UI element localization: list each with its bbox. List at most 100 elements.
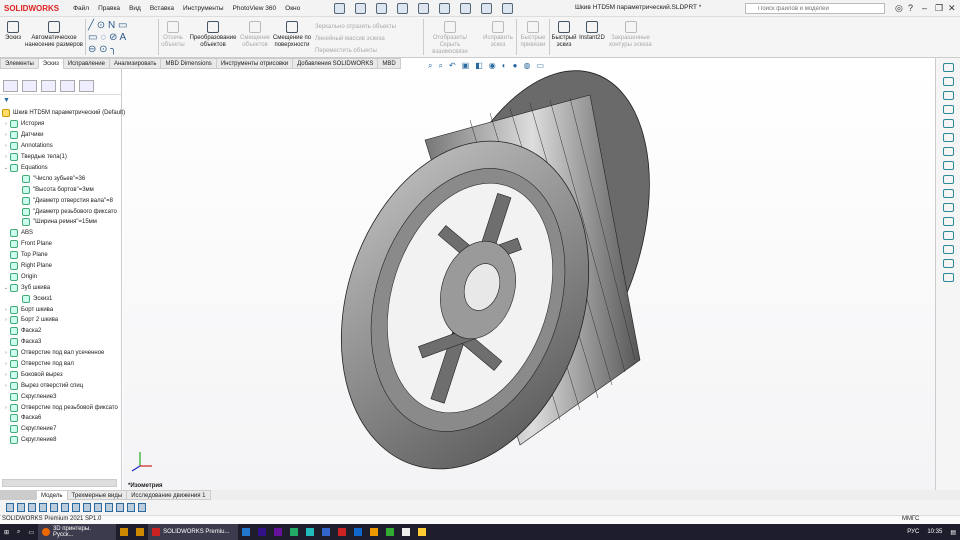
instant2d-button[interactable]: Instant2D	[578, 19, 606, 42]
text-tool-icon[interactable]	[942, 175, 954, 184]
trim-tool-icon[interactable]	[942, 203, 954, 212]
tree-item[interactable]: ⌄ Equations	[0, 163, 122, 174]
tree-item[interactable]: "Высота бортов"=3мм	[0, 184, 122, 195]
propertymanager-tab-icon[interactable]	[22, 80, 37, 92]
display-style-icon[interactable]: ◉	[489, 61, 496, 71]
arc-tool-icon[interactable]	[942, 119, 954, 128]
search-taskbar-icon[interactable]: ⌕	[13, 524, 24, 540]
display-mode-icon[interactable]	[116, 503, 124, 512]
tree-item[interactable]: › Вырез отверстий спиц	[0, 380, 122, 391]
restore-button[interactable]: ❐	[935, 3, 943, 14]
expand-toggle[interactable]: ›	[2, 154, 10, 160]
tree-item[interactable]: Front Plane	[0, 239, 122, 250]
undo-icon[interactable]	[439, 2, 451, 14]
sketch-tool-icon[interactable]	[942, 63, 954, 72]
expand-toggle[interactable]: ⌄	[2, 165, 10, 171]
offset-on-surface-button[interactable]: Смещение по поверхности	[272, 19, 312, 49]
horizontal-scrollbar[interactable]	[2, 479, 117, 487]
expand-toggle[interactable]: ›	[2, 383, 10, 389]
shaded-contours-button[interactable]: Закрашенные контуры эскиза	[608, 19, 653, 49]
dimxpert-tab-icon[interactable]	[60, 80, 75, 92]
print-icon[interactable]	[418, 2, 430, 14]
sketch-entities-tools[interactable]: ╱ ⊙ N ▭ ▭ ◌ ⊘ A ⊖ ⊙ ╮	[88, 20, 158, 56]
scene-icon[interactable]: ◍	[523, 61, 530, 71]
rebuild-icon[interactable]	[481, 2, 493, 14]
tab-sketch-ink[interactable]: Инструменты отрисовки	[215, 58, 294, 69]
tab-addins[interactable]: Добавления SOLIDWORKS	[292, 58, 379, 69]
configurationmanager-tab-icon[interactable]	[41, 80, 56, 92]
tree-item[interactable]: › Annotations	[0, 141, 122, 152]
quick-snaps-button[interactable]: Быстрые привязки	[518, 19, 548, 49]
tab-model[interactable]: Модель	[36, 490, 68, 500]
tab-motion-study[interactable]: Исследование движения 1	[126, 490, 211, 500]
task-view-icon[interactable]: ▭	[24, 524, 38, 540]
expand-toggle[interactable]: ›	[2, 350, 10, 356]
tree-item[interactable]: "Диаметр резьбового фиксато	[0, 206, 122, 217]
tree-item[interactable]: "Число зубьев"=36	[0, 173, 122, 184]
language-indicator[interactable]: РУС	[903, 524, 923, 540]
left-view-icon[interactable]	[39, 503, 47, 512]
tree-item[interactable]: › Твердые тела(1)	[0, 152, 122, 163]
trimetric-view-icon[interactable]	[94, 503, 102, 512]
point-tool-icon[interactable]	[942, 189, 954, 198]
tree-item[interactable]: › Боковой вырез	[0, 369, 122, 380]
clock[interactable]: 10:35	[923, 524, 946, 540]
hide-show-icon[interactable]: ◐	[502, 61, 507, 71]
mirror-pattern-move-group[interactable]: Зеркально отразить объекты Линейный масси…	[315, 21, 415, 57]
start-button[interactable]: ⊞	[0, 524, 13, 540]
featuremanager-tab-icon[interactable]	[3, 80, 18, 92]
view-orientation-icon[interactable]: ◧	[475, 61, 483, 71]
spline-tool-icon[interactable]	[942, 133, 954, 142]
expand-toggle[interactable]: ›	[2, 307, 10, 313]
save-icon[interactable]	[397, 2, 409, 14]
tab-evaluate[interactable]: Анализировать	[108, 58, 162, 69]
expand-toggle[interactable]: ›	[2, 121, 10, 127]
offset-entities-button[interactable]: Смещение объектов	[240, 19, 270, 49]
tree-item[interactable]: › Отверстие под вал усеченное	[0, 348, 122, 359]
tree-item[interactable]: Фаска3	[0, 337, 122, 348]
convert-entities-button[interactable]: Преобразование объектов	[188, 19, 238, 49]
tree-item[interactable]: Эскиз1	[0, 293, 122, 304]
tree-item[interactable]: Скругление7	[0, 424, 122, 435]
expand-toggle[interactable]: ›	[2, 143, 10, 149]
tree-item[interactable]: › Борт 2 шкива	[0, 315, 122, 326]
right-view-icon[interactable]	[50, 503, 58, 512]
close-button[interactable]: ✕	[948, 3, 956, 14]
rectangle-tool-icon[interactable]	[942, 91, 954, 100]
taskbar-firefox[interactable]: 3D принтеры. Русск...	[38, 524, 117, 540]
units-selector[interactable]: ММГС	[902, 516, 919, 522]
linear-pattern-button[interactable]: Линейный массив эскиза	[315, 36, 385, 42]
notifications-icon[interactable]: ▤	[946, 524, 960, 540]
top-view-icon[interactable]	[61, 503, 69, 512]
tree-item[interactable]: › Датчики	[0, 130, 122, 141]
bottom-view-icon[interactable]	[72, 503, 80, 512]
trim-button[interactable]: Отсечь объекты	[160, 19, 186, 49]
menu-tools[interactable]: Инструменты	[183, 5, 224, 12]
minimize-button[interactable]: –	[922, 3, 927, 13]
options-icon[interactable]	[502, 2, 514, 14]
circle-tool-icon[interactable]	[942, 105, 954, 114]
new-file-icon[interactable]	[355, 2, 367, 14]
zoom-to-fit-icon[interactable]: ⌕	[428, 61, 432, 71]
graphics-area[interactable]: ⌕ ⌕ ↶ ▣ ◧ ◉ ◐ ● ◍ ▭	[123, 61, 935, 490]
taskbar-pinned-apps[interactable]	[238, 524, 430, 540]
smart-dimension-button[interactable]: Автоматическое нанесение размеров	[25, 19, 83, 49]
menu-window[interactable]: Окно	[285, 5, 300, 12]
repair-sketch-button[interactable]: Исправить эскиз	[482, 19, 514, 49]
tree-item[interactable]: Скругление3	[0, 391, 122, 402]
dimetric-view-icon[interactable]	[105, 503, 113, 512]
appearance-tool-icon[interactable]	[127, 503, 135, 512]
tab-features[interactable]: Элементы	[0, 58, 39, 69]
tree-item[interactable]: ⌄ Зуб шкива	[0, 282, 122, 293]
filter-icon[interactable]: ▼	[3, 97, 10, 104]
zoom-area-icon[interactable]: ⌕	[438, 61, 442, 71]
render-icon[interactable]	[138, 503, 146, 512]
tab-mbd-dimensions[interactable]: MBD Dimensions	[160, 58, 217, 69]
taskbar-solidworks[interactable]: SOLIDWORKS Premiu...	[148, 524, 239, 540]
move-tool-icon[interactable]	[942, 273, 954, 282]
open-file-icon[interactable]	[376, 2, 388, 14]
menu-photoview[interactable]: PhotoView 360	[233, 5, 277, 12]
tree-item[interactable]: Top Plane	[0, 250, 122, 261]
section-view-icon[interactable]: ▣	[462, 61, 470, 71]
tree-item[interactable]: › Отверстие под резьбовой фиксато	[0, 402, 122, 413]
